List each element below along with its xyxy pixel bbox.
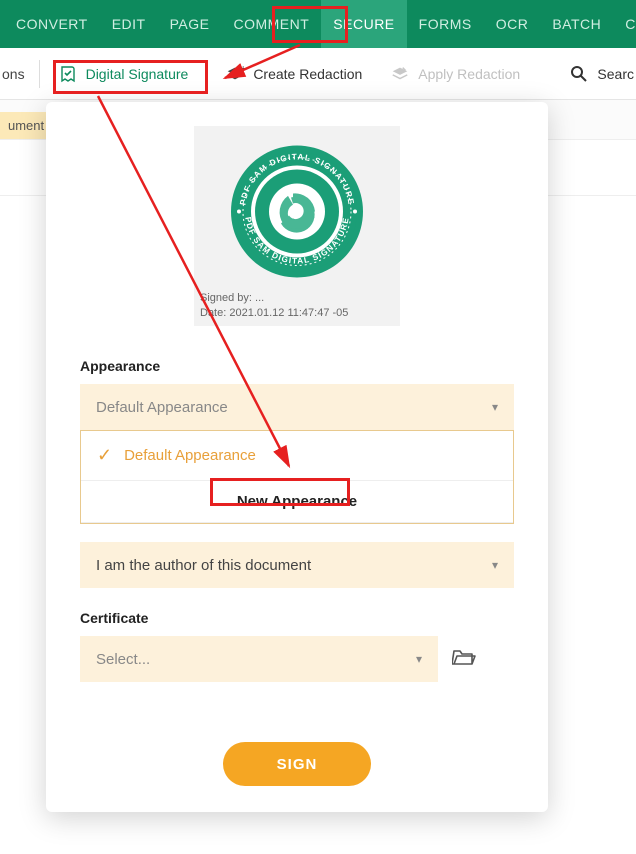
signature-panel: PDF SAM DIGITAL SIGNATURE PDF SAM DIGITA…: [46, 102, 548, 812]
certificate-dropdown[interactable]: Select... ▾: [80, 636, 438, 682]
digital-signature-label: Digital Signature: [86, 66, 189, 82]
apply-redaction-label: Apply Redaction: [418, 66, 520, 82]
separator: [206, 60, 207, 88]
menu-ocr[interactable]: OCR: [484, 0, 541, 48]
toolbar: ons Digital Signature + Create Redaction…: [0, 48, 636, 100]
appearance-option-default[interactable]: ✓ Default Appearance: [81, 431, 513, 481]
search-label: Searc: [597, 66, 634, 82]
appearance-dropdown[interactable]: Default Appearance ▾: [80, 384, 514, 430]
menu-convert[interactable]: CONVERT: [4, 0, 100, 48]
appearance-option-new-label: New Appearance: [237, 493, 357, 510]
signature-seal-icon: PDF SAM DIGITAL SIGNATURE PDF SAM DIGITA…: [227, 142, 367, 287]
chevron-down-icon: ▾: [416, 652, 422, 666]
main-menu-bar: CONVERT EDIT PAGE COMMENT SECURE FORMS O…: [0, 0, 636, 48]
menu-secure[interactable]: SECURE: [321, 0, 406, 48]
menu-edit[interactable]: EDIT: [100, 0, 158, 48]
redaction-apply-icon: [390, 64, 410, 84]
create-redaction-label: Create Redaction: [253, 66, 362, 82]
appearance-label: Appearance: [80, 358, 514, 374]
menu-comment[interactable]: COMMENT: [221, 0, 321, 48]
certificate-label: Certificate: [80, 610, 514, 626]
appearance-option-new[interactable]: New Appearance: [81, 481, 513, 523]
reason-value: I am the author of this document: [96, 557, 311, 574]
menu-forms[interactable]: FORMS: [407, 0, 484, 48]
create-redaction-button[interactable]: + Create Redaction: [211, 48, 376, 100]
menu-connect[interactable]: CONNECT: [613, 0, 636, 48]
appearance-value: Default Appearance: [96, 399, 228, 416]
search-icon: [569, 64, 589, 84]
reason-dropdown[interactable]: I am the author of this document ▾: [80, 542, 514, 588]
signature-icon: [58, 64, 78, 84]
signed-by-text: Signed by: ...: [200, 291, 348, 305]
signature-preview-meta: Signed by: ... Date: 2021.01.12 11:47:47…: [200, 291, 348, 320]
separator: [39, 60, 40, 88]
check-icon: ✓: [97, 445, 112, 466]
svg-text:+: +: [241, 63, 246, 73]
appearance-option-label: Default Appearance: [124, 447, 256, 464]
redaction-add-icon: +: [225, 64, 245, 84]
signed-date-text: Date: 2021.01.12 11:47:47 -05: [200, 306, 348, 320]
appearance-options: ✓ Default Appearance New Appearance: [80, 430, 514, 524]
folder-open-icon[interactable]: [452, 647, 476, 672]
certificate-placeholder: Select...: [96, 651, 150, 668]
signature-preview: PDF SAM DIGITAL SIGNATURE PDF SAM DIGITA…: [194, 126, 400, 326]
digital-signature-button[interactable]: Digital Signature: [44, 48, 203, 100]
menu-batch[interactable]: BATCH: [540, 0, 613, 48]
chevron-down-icon: ▾: [492, 400, 498, 414]
search-button[interactable]: Searc: [555, 48, 636, 100]
toolbar-trunc-left[interactable]: ons: [0, 48, 35, 100]
sign-button[interactable]: SIGN: [223, 742, 371, 786]
apply-redaction-button[interactable]: Apply Redaction: [376, 48, 534, 100]
chevron-down-icon: ▾: [492, 558, 498, 572]
menu-page[interactable]: PAGE: [158, 0, 222, 48]
